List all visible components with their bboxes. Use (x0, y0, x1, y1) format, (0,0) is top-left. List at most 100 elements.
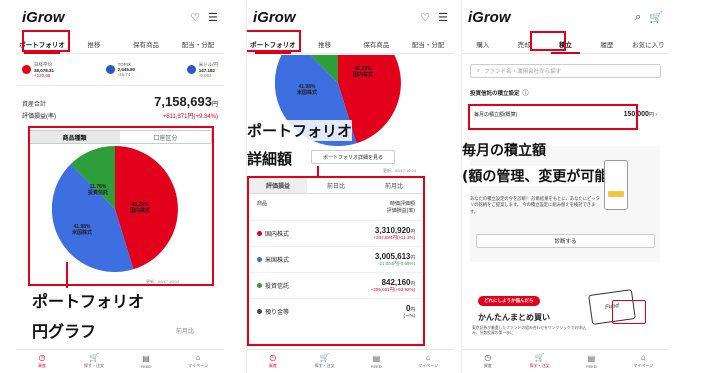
tab-trend[interactable]: 推移 (68, 35, 120, 53)
diagnose-button[interactable]: 診断する (476, 234, 655, 248)
segment-account-type[interactable]: 口座区分 (120, 131, 211, 143)
total-assets-value: 7,158,693 (154, 94, 212, 109)
fund-search-input[interactable]: ⌕ ファンド名・運用会社から探す (470, 64, 661, 78)
home-icon: ⌂ (640, 353, 646, 362)
ticker-value: 38,078.31 (34, 67, 55, 73)
ticker-topix[interactable]: TOPIX 2,645.80 -16.74 (105, 60, 135, 79)
heart-icon[interactable]: ♡ (420, 11, 430, 24)
row-name: 預り金等 (265, 310, 290, 316)
settings-sliders-icon[interactable]: ☰ (208, 11, 218, 24)
row-value: 842,160 (381, 278, 411, 287)
tab-history[interactable]: 履歴 (586, 35, 627, 53)
tab-buy[interactable]: 購入 (462, 35, 503, 53)
nav-feed[interactable]: ▤ FEED (351, 350, 403, 373)
clock-icon: ◷ (484, 353, 492, 362)
nav-mypage[interactable]: ⌂ マイページ (172, 350, 224, 373)
nav-label: FEED (371, 363, 382, 369)
legend-dot-icon (257, 231, 262, 236)
help-icon[interactable]: ⓘ (523, 88, 529, 97)
tab-holdings[interactable]: 保有商品 (120, 35, 172, 53)
pie-label-fund: 11.76% 投資信託 (88, 184, 109, 196)
row-name: 投資信託 (265, 284, 290, 290)
monthly-amount-row[interactable]: 毎月の積立額(概算) 150,000円 › (468, 105, 663, 123)
tab-favorites[interactable]: お気に入り (628, 35, 669, 53)
bundle-pill: どれにしようか悩んだら (478, 296, 540, 306)
nav-label: 資産 (483, 363, 492, 368)
portfolio-detail-screen: iGrow ♡ ☰ ポートフォリオ 推移 保有商品 配当・分配 46.29% 国内… (246, 0, 454, 373)
phone-illustration-icon (604, 160, 628, 210)
row-pl: -21,044円(-0.69%) (377, 261, 415, 266)
row-value: 3,310,920 (374, 226, 411, 235)
settings-sliders-icon[interactable]: ☰ (438, 11, 448, 24)
nav-search-order[interactable]: 🛒 探す・注文 (514, 350, 566, 373)
caption-subtitle: 円グラフ (32, 318, 97, 342)
ticker-usdjpy[interactable]: 米ドル/円 147.182 -0.062 (186, 60, 218, 79)
total-assets-unit: 円 (211, 102, 218, 108)
nav-label: 探す・注文 (529, 363, 550, 368)
caption-pointer (317, 166, 319, 178)
caption-title: 毎月の積立額 (462, 140, 546, 160)
row-name: 国内株式 (265, 232, 290, 238)
tab-portfolio[interactable]: ポートフォリオ (247, 35, 299, 54)
row-unit: 円 (410, 229, 416, 234)
bottom-navigation: ◷ 資産 🛒 探す・注文 ▤ FEED ⌂ マイページ (247, 349, 454, 373)
tab-monthly-change[interactable]: 前月比 (365, 178, 423, 193)
header-market-value: 時価評価額 (389, 201, 415, 207)
cart-icon: 🛒 (319, 353, 330, 362)
app-header: iGrow ⌕ 🛒 (462, 0, 669, 34)
row-name: 米国株式 (265, 258, 290, 264)
tab-portfolio[interactable]: ポートフォリオ (16, 35, 68, 54)
caption-title: ポートフォリオ (247, 120, 353, 141)
legend-dot-icon (257, 257, 262, 262)
tab-valuation-pl[interactable]: 評価損益 (249, 178, 307, 193)
search-icon[interactable]: ⌕ (635, 11, 641, 24)
nav-feed[interactable]: ▤ FEED (120, 350, 172, 373)
table-row[interactable]: 投資信託 842,160円 +295,031円(+53.52%) (249, 272, 423, 298)
tab-dividends[interactable]: 配当・分配 (172, 35, 224, 53)
pl-label: 評価損益(率) (22, 114, 56, 120)
table-row[interactable]: 国内株式 3,310,920円 +337,884円(+11.3%) (249, 220, 423, 246)
caption-title: ポートフォリオ (32, 288, 145, 312)
nav-feed[interactable]: ▤ FEED (566, 350, 618, 373)
cart-illustration-icon (612, 300, 646, 324)
nav-mypage[interactable]: ⌂ マイページ (402, 350, 454, 373)
table-row[interactable]: 預り金等 0円 (ー%) (249, 298, 423, 324)
caption-subtitle: (額の管理、変更が可能) (462, 166, 615, 186)
tab-sell[interactable]: 売却 (503, 35, 544, 53)
cart-icon[interactable]: 🛒 (649, 11, 663, 24)
nav-label: 探す・注文 (84, 363, 104, 368)
nav-mypage[interactable]: ⌂ マイページ (617, 350, 669, 373)
app-header: iGrow ♡ ☰ (16, 0, 224, 34)
cart-icon: 🛒 (89, 353, 99, 362)
nav-assets[interactable]: ◷ 資産 (247, 350, 299, 373)
portfolio-pie-chart: 46.29% 国内株式 41.98% 米国株式 11.76% 投資信託 (51, 145, 178, 273)
header-product: 商品 (257, 201, 268, 207)
nav-search-order[interactable]: 🛒 探す・注文 (68, 350, 120, 373)
heart-icon[interactable]: ♡ (190, 11, 200, 24)
nav-label: FEED (586, 363, 597, 369)
pie-label-domestic: 46.29% 国内株式 (130, 202, 151, 214)
tab-monthly-change[interactable]: 前月比 (176, 326, 194, 335)
ticker-nikkei[interactable]: 日経平均 38,078.31 +120.65 (22, 60, 54, 79)
nav-assets[interactable]: ◷ 資産 (16, 350, 68, 373)
market-ticker: 日経平均 38,078.31 +120.65 TOPIX 2,645.80 -16.74… (16, 54, 224, 86)
tab-trend[interactable]: 推移 (299, 35, 351, 53)
tab-accumulate[interactable]: 積立 (545, 35, 586, 54)
tab-holdings[interactable]: 保有商品 (351, 35, 403, 53)
segment-product-type[interactable]: 商品種類 (29, 131, 120, 143)
pie-label-us: 41.98% 米国株式 (72, 224, 93, 236)
nav-search-order[interactable]: 🛒 探す・注文 (299, 350, 351, 373)
nav-label: 探す・注文 (314, 363, 335, 368)
table-tabs: 評価損益 前日比 前月比 (249, 178, 423, 194)
pie-label-us: 41.98% 米国株式 (297, 84, 318, 96)
tab-dividends[interactable]: 配当・分配 (402, 35, 454, 53)
bundle-description: 東京証券が厳選したファンドの組み合わせをワンクリックでお申込み。分散投資の第一歩… (472, 326, 586, 336)
table-row[interactable]: 米国株式 3,005,613円 -21,044円(-0.69%) (249, 246, 423, 272)
portfolio-tabs: ポートフォリオ 推移 保有商品 配当・分配 (16, 34, 224, 54)
igrow-logo: iGrow (22, 8, 65, 26)
portfolio-pie-screen: iGrow ♡ ☰ ポートフォリオ 推移 保有商品 配当・分配 日経平均 38,0… (16, 0, 224, 373)
nav-assets[interactable]: ◷ 資産 (462, 350, 514, 373)
portfolio-detail-button[interactable]: ポートフォリオ詳細を見る (311, 150, 395, 164)
accumulation-settings-heading: 投資信託の積立設定 ⓘ (462, 84, 669, 101)
tab-daily-change[interactable]: 前日比 (307, 178, 365, 193)
